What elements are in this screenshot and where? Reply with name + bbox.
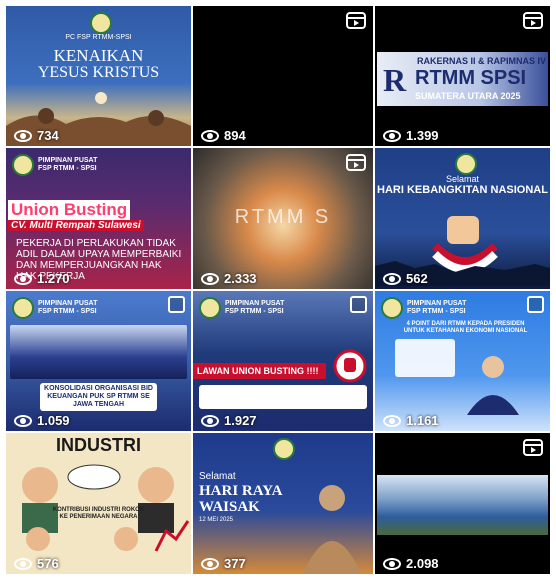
view-count: 1.161 xyxy=(383,413,439,428)
portrait-illustration xyxy=(467,356,519,415)
post-tile-rakernas[interactable]: RAKERNAS II & RAPIMNAS IV RTMM SPSI SUMA… xyxy=(375,6,550,146)
fist-badge-icon xyxy=(333,349,367,383)
eye-icon xyxy=(14,129,32,142)
eye-icon xyxy=(383,129,401,142)
view-count: 894 xyxy=(201,128,246,143)
eye-icon xyxy=(14,414,32,427)
post-title: Union Busting xyxy=(8,200,131,220)
post-tile-protest-fire[interactable]: RTMM S 2.333 xyxy=(193,148,373,289)
org-header: PIMPINAN PUSAT FSP RTMM - SPSI xyxy=(12,297,108,319)
eye-icon xyxy=(201,557,219,570)
view-count: 377 xyxy=(201,556,246,571)
overlay-text: RTMM S xyxy=(234,206,332,228)
carousel-icon xyxy=(350,296,367,313)
post-tile-4-point[interactable]: PIMPINAN PUSAT FSP RTMM - SPSI 4 POINT D… xyxy=(375,291,550,431)
eye-icon xyxy=(201,272,219,285)
eye-icon xyxy=(201,414,219,427)
post-tile-reel-crowd[interactable]: 2.098 xyxy=(375,433,550,574)
eye-icon xyxy=(14,272,32,285)
crowd-photo xyxy=(377,475,548,535)
reel-icon xyxy=(523,439,543,456)
org-logo xyxy=(90,12,112,34)
post-tile-reel-black[interactable]: 894 xyxy=(193,6,373,146)
eye-icon xyxy=(383,272,401,285)
post-title-2: WAISAK xyxy=(199,499,260,515)
org-logo xyxy=(12,297,34,319)
view-count: 576 xyxy=(14,556,59,571)
buddha-illustration xyxy=(303,485,361,574)
post-tile-waisak[interactable]: Selamat HARI RAYA WAISAK 12 MEI 2025 377 xyxy=(193,433,373,574)
post-grid: PC FSP RTMM-SPSI KENAIKAN YESUS KRISTUS … xyxy=(6,6,550,574)
eye-icon xyxy=(383,414,401,427)
org-logo xyxy=(455,153,477,175)
post-caption: KONTRIBUSI INDUSTRI ROKOK KE PENERIMAAN … xyxy=(52,507,145,520)
post-title: KENAIKAN xyxy=(53,46,144,65)
rakernas-sub: SUMATERA UTARA 2025 xyxy=(415,91,521,101)
carousel-icon xyxy=(527,296,544,313)
post-tile-kenaikan[interactable]: PC FSP RTMM-SPSI KENAIKAN YESUS KRISTUS … xyxy=(6,6,191,146)
post-banner: LAWAN UNION BUSTING !!!! xyxy=(193,363,326,379)
rakernas-line: RAKERNAS II & RAPIMNAS IV xyxy=(417,56,547,66)
post-caption: KONSOLIDASI ORGANISASI BID KEUANGAN PUK … xyxy=(40,383,157,411)
rakernas-banner: RAKERNAS II & RAPIMNAS IV RTMM SPSI SUMA… xyxy=(377,52,548,106)
eye-icon xyxy=(383,557,401,570)
reel-icon xyxy=(346,12,366,29)
post-title: HARI KEBANGKITAN NASIONAL xyxy=(377,184,548,196)
post-title: INDUSTRI xyxy=(56,435,141,455)
view-count: 2.333 xyxy=(201,271,257,286)
post-tile-lawan-union-busting[interactable]: PIMPINAN PUSAT FSP RTMM - SPSI LAWAN UNI… xyxy=(193,291,373,431)
rakernas-big: RTMM SPSI xyxy=(415,67,527,89)
reel-icon xyxy=(523,12,543,29)
org-logo xyxy=(12,154,34,176)
reel-icon xyxy=(346,154,366,171)
greeting: Selamat xyxy=(445,174,480,184)
post-tile-union-busting[interactable]: PIMPINAN PUSAT FSP RTMM - SPSI Union Bus… xyxy=(6,148,191,289)
view-count: 1.927 xyxy=(201,413,257,428)
post-date: 12 MEI 2025 xyxy=(199,517,234,523)
view-count: 734 xyxy=(14,128,59,143)
post-tile-konsolidasi[interactable]: PIMPINAN PUSAT FSP RTMM - SPSI KONSOLIDA… xyxy=(6,291,191,431)
view-count: 1.270 xyxy=(14,271,70,286)
org-logo xyxy=(199,297,221,319)
eye-icon xyxy=(14,557,32,570)
rakernas-r-logo: R xyxy=(383,62,407,98)
eye-icon xyxy=(201,129,219,142)
post-org: PC FSP RTMM-SPSI xyxy=(65,34,132,41)
org-logo xyxy=(273,438,295,460)
org-header: PIMPINAN PUSAT FSP RTMM - SPSI xyxy=(12,154,108,176)
org-header: PIMPINAN PUSAT FSP RTMM - SPSI xyxy=(381,297,477,319)
cartoon-illustration xyxy=(22,464,190,552)
post-title: HARI RAYA xyxy=(199,483,283,499)
post-subtitle: CV. Multi Rempah Sulawesi xyxy=(8,220,144,231)
post-title-2: YESUS KRISTUS xyxy=(37,64,160,81)
view-count: 562 xyxy=(383,271,428,286)
post-headline: 4 POINT DARI RTMM KEPADA PRESIDEN UNTUK … xyxy=(403,321,528,334)
org-header: PIMPINAN PUSAT FSP RTMM - SPSI xyxy=(199,297,295,319)
info-card xyxy=(199,385,367,409)
letter-card xyxy=(395,339,455,377)
group-photo xyxy=(10,325,187,379)
carousel-icon xyxy=(168,296,185,313)
view-count: 1.059 xyxy=(14,413,70,428)
view-count: 1.399 xyxy=(383,128,439,143)
post-tile-kebangkitan[interactable]: Selamat HARI KEBANGKITAN NASIONAL 562 xyxy=(375,148,550,289)
post-tile-industri[interactable]: INDUSTRI KONTRIBUSI INDUSTRI ROKOK KE PE… xyxy=(6,433,191,574)
org-logo xyxy=(381,297,403,319)
greeting: Selamat xyxy=(199,471,236,482)
view-count: 2.098 xyxy=(383,556,439,571)
